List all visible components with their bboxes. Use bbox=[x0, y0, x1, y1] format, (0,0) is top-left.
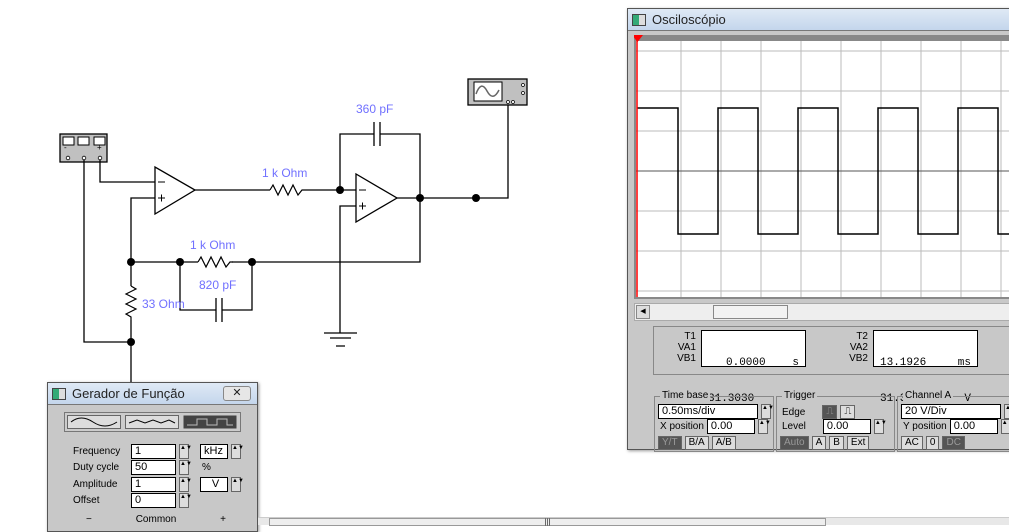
generator-plus-label: + bbox=[97, 143, 102, 152]
x-position-spinner[interactable]: ▲▼ bbox=[757, 419, 771, 434]
coupling-ac-button[interactable]: AC bbox=[901, 436, 923, 450]
coupling-dc-button[interactable]: DC bbox=[942, 436, 965, 450]
y-position-field[interactable]: 0.00 bbox=[949, 419, 998, 434]
frequency-label: Frequency bbox=[73, 446, 121, 457]
function-generator-window: Gerador de Função ✕ Frequency 1 ▲▼ kHz ▲▼ Du… bbox=[47, 382, 258, 532]
generator-titlebar[interactable]: Gerador de Função ✕ bbox=[48, 383, 257, 405]
amplitude-label: Amplitude bbox=[73, 479, 118, 490]
frequency-field[interactable]: 1 bbox=[131, 444, 176, 459]
scroll-left-icon[interactable]: ◀ bbox=[636, 305, 650, 319]
t1-readout: 0.0000s 31.3030V bbox=[701, 330, 806, 405]
horizontal-scrollbar[interactable]: ◀ bbox=[634, 303, 1009, 321]
trigger-level-field[interactable]: 0.00 bbox=[822, 419, 871, 434]
square-wave-button[interactable] bbox=[183, 415, 237, 429]
label-r-feedback: 1 k Ohm bbox=[190, 238, 236, 252]
level-label: Level bbox=[782, 421, 806, 432]
scroll-thumb[interactable] bbox=[713, 305, 788, 319]
vb2-label: VB2 bbox=[849, 353, 868, 364]
amplitude-field[interactable]: 1 bbox=[131, 477, 176, 492]
offset-spinner[interactable]: ▲▼ bbox=[179, 493, 192, 508]
mode-ba-button[interactable]: B/A bbox=[684, 436, 709, 450]
offset-field[interactable]: 0 bbox=[131, 493, 176, 508]
oscilloscope-window: Osciloscópio ◀ T1 VA1 VB1 0.0000 s 31.303… bbox=[627, 8, 1009, 452]
channel-a-title: Channel A bbox=[903, 390, 954, 401]
trigger-level-spinner[interactable]: ▲▼ bbox=[873, 419, 887, 434]
label-r-ground: 33 Ohm bbox=[142, 297, 185, 311]
trigger-group: Trigger Edge ⎍ ⎍ Level 0.00 ▲▼ Auto A B Ext bbox=[776, 390, 895, 452]
t1-value: 0.0000 bbox=[726, 357, 766, 369]
falling-edge-icon[interactable]: ⎍ bbox=[840, 405, 856, 419]
frequency-unit-field[interactable]: kHz bbox=[200, 444, 228, 459]
x-position-label: X position bbox=[660, 421, 704, 432]
workspace-horizontal-scrollbar[interactable]: ||| bbox=[258, 517, 1009, 526]
mode-yt-button[interactable]: Y/T bbox=[658, 436, 682, 450]
rising-edge-icon[interactable]: ⎍ bbox=[822, 405, 838, 419]
va2-label: VA2 bbox=[849, 342, 868, 353]
label-c-feedback: 820 pF bbox=[199, 278, 237, 292]
sine-wave-button[interactable] bbox=[67, 415, 121, 429]
duty-cycle-spinner[interactable]: ▲▼ bbox=[179, 460, 192, 475]
trigger-ext-button[interactable]: Ext bbox=[846, 436, 870, 450]
oscilloscope-instrument[interactable] bbox=[467, 78, 528, 106]
t2-unit: ms bbox=[957, 357, 971, 369]
oscilloscope-title: Osciloscópio bbox=[652, 12, 726, 27]
time-base-group: Time base 0.50ms/div ▲▼ X position 0.00 ▲▼ … bbox=[654, 390, 774, 452]
capacitor-feedback bbox=[215, 298, 223, 322]
vb1-label: VB1 bbox=[677, 353, 696, 364]
y-position-spinner[interactable]: ▲▼ bbox=[1000, 419, 1009, 434]
resistor-feedback bbox=[197, 255, 233, 269]
resistor-input bbox=[269, 183, 305, 197]
duty-cycle-unit: % bbox=[202, 462, 211, 473]
duty-cycle-label: Duty cycle bbox=[73, 462, 120, 473]
t1-label: T1 bbox=[684, 331, 696, 342]
resistor-ground bbox=[124, 285, 138, 320]
x-position-field[interactable]: 0.00 bbox=[706, 419, 755, 434]
frequency-spinner[interactable]: ▲▼ bbox=[179, 444, 192, 459]
oscilloscope-screen bbox=[634, 35, 1009, 299]
oscilloscope-titlebar[interactable]: Osciloscópio bbox=[628, 9, 1009, 31]
trigger-auto-button[interactable]: Auto bbox=[780, 436, 809, 450]
t1-unit: s bbox=[792, 357, 799, 369]
t2-label: T2 bbox=[856, 331, 868, 342]
time-base-title: Time base bbox=[660, 390, 711, 401]
readout-panel: T1 VA1 VB1 0.0000s 31.3030V T2 VA2 VB2 1… bbox=[653, 326, 1009, 405]
trigger-a-button[interactable]: A bbox=[811, 436, 827, 450]
time-base-field[interactable]: 0.50ms/div bbox=[658, 404, 758, 419]
app-icon bbox=[632, 13, 646, 26]
minus-terminal-label: − bbox=[86, 514, 92, 525]
waveform-selector bbox=[64, 412, 241, 432]
edge-label: Edge bbox=[782, 406, 806, 418]
plus-terminal-label: + bbox=[220, 514, 226, 525]
triangle-wave-button[interactable] bbox=[125, 415, 179, 429]
capacitor-integrator bbox=[373, 122, 381, 146]
amplitude-unit-field[interactable]: V bbox=[200, 477, 228, 492]
t2-readout: 13.1926ms 31.3030V bbox=[873, 330, 978, 405]
opamp-1[interactable] bbox=[154, 165, 197, 216]
generator-title: Gerador de Função bbox=[72, 386, 185, 401]
coupling-zero-button[interactable]: 0 bbox=[925, 436, 940, 450]
channel-a-scale-field[interactable]: 20 V/Div bbox=[901, 404, 1001, 419]
time-base-spinner[interactable]: ▲▼ bbox=[761, 404, 774, 419]
trigger-b-button[interactable]: B bbox=[829, 436, 844, 450]
ground-symbol bbox=[324, 332, 357, 347]
generator-minus-label: - bbox=[64, 143, 67, 152]
frequency-unit-spinner[interactable]: ▲▼ bbox=[231, 444, 244, 459]
duty-cycle-field[interactable]: 50 bbox=[131, 460, 176, 475]
mode-ab-button[interactable]: A/B bbox=[711, 436, 736, 450]
label-r-input: 1 k Ohm bbox=[262, 166, 308, 180]
t2-value: 13.1926 bbox=[880, 357, 927, 369]
common-terminal-label: Common bbox=[135, 514, 177, 525]
app-icon bbox=[52, 387, 66, 400]
channel-a-scale-spinner[interactable]: ▲▼ bbox=[1004, 404, 1009, 419]
trigger-title: Trigger bbox=[782, 390, 818, 401]
amplitude-spinner[interactable]: ▲▼ bbox=[179, 477, 192, 492]
amplitude-unit-spinner[interactable]: ▲▼ bbox=[231, 477, 244, 492]
close-icon[interactable]: ✕ bbox=[223, 386, 251, 401]
channel-a-group: Channel A 20 V/Div▲▼ Y position0.00▲▼ AC… bbox=[897, 390, 1009, 452]
va1-label: VA1 bbox=[677, 342, 696, 353]
opamp-2[interactable] bbox=[355, 172, 399, 224]
y-position-label: Y position bbox=[903, 421, 947, 432]
label-c-integrator: 360 pF bbox=[356, 102, 394, 116]
offset-label: Offset bbox=[73, 495, 100, 506]
